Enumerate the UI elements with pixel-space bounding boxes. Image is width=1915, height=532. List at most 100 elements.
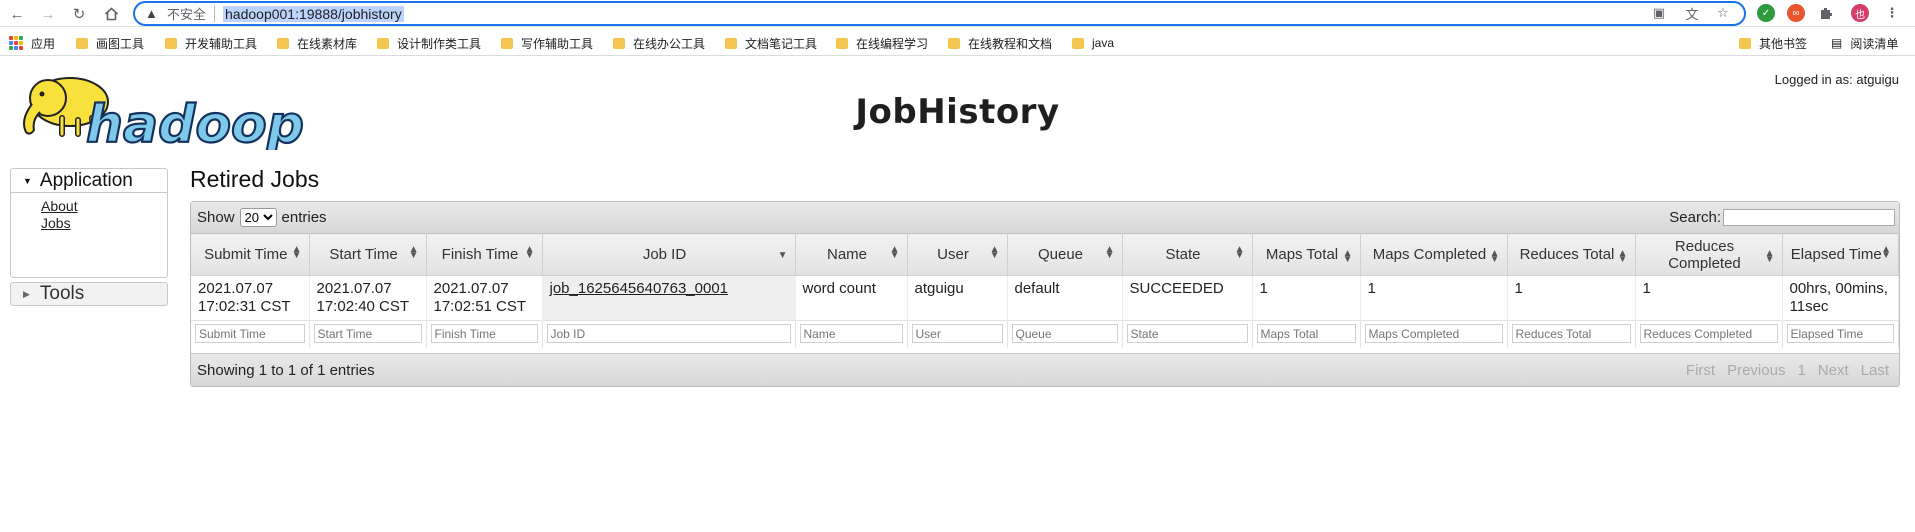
loop-extension-icon[interactable]: ∞ [1787,4,1805,22]
filter-user[interactable] [911,324,1003,343]
bookmark-folder[interactable]: 设计制作类工具 [377,35,481,51]
avatar[interactable]: 也 [1851,4,1869,22]
filter-reduces-completed[interactable] [1639,324,1778,343]
cell-state: SUCCEEDED [1122,275,1253,321]
col-name[interactable]: Name ▲ ▼ [795,233,908,276]
entries-select[interactable]: 20 [239,208,277,227]
translate-icon[interactable]: 文 [1683,4,1701,22]
menu-dots-icon[interactable]: ⋮ [1883,4,1901,22]
back-icon[interactable]: ← [6,3,28,25]
collapse-triangle-icon: ▼ [23,175,32,186]
filter-start-time[interactable] [313,324,422,343]
column-label: Finish Time [441,246,519,263]
column-label: Maps Completed [1372,246,1487,263]
col-reduces-total[interactable]: Reduces Total ▲ ▼ [1507,233,1636,276]
search-input[interactable] [1723,209,1895,226]
address-bar[interactable]: ▲ 不安全 hadoop001:19888/jobhistory [133,1,1746,26]
column-label: Queue [1037,246,1084,263]
col-maps-completed[interactable]: Maps Completed ▲ ▼ [1360,233,1508,276]
bookmark-folder[interactable]: 在线办公工具 [613,35,705,51]
filter-cell [1635,320,1783,348]
bookmark-label: 其他书签 [1759,36,1808,51]
security-label: 不安全 [167,7,207,22]
pager-last[interactable]: Last [1861,362,1889,379]
bookmark-folder[interactable]: java [1072,35,1114,51]
cell-finish-time: 2021.07.07 17:02:51 CST [426,275,543,321]
forward-icon[interactable]: → [37,3,59,25]
filter-submit-time[interactable] [195,324,305,343]
extensions-puzzle-icon[interactable] [1817,4,1835,22]
filter-cell [1782,320,1899,348]
job-id-link[interactable]: job_1625645640763_0001 [550,280,729,297]
application-label: Application [39,169,133,191]
table-footer: Showing 1 to 1 of 1 entries First Previo… [191,353,1899,386]
filter-name[interactable] [799,324,903,343]
sort-icon: ▲ ▼ [1617,248,1628,265]
col-elapsed-time[interactable]: Elapsed Time ▲ ▼ [1782,233,1899,276]
url-text[interactable]: hadoop001:19888/jobhistory [223,5,404,22]
cell-name: word count [795,275,908,321]
folder-icon [165,37,177,49]
col-submit-time[interactable]: Submit Time ▲ ▼ [191,233,310,276]
filter-state[interactable] [1126,324,1248,343]
bookmark-apps[interactable]: 应用 [9,35,55,51]
folder-icon [1739,37,1751,49]
bookmark-folder[interactable]: 文档笔记工具 [725,35,817,51]
filter-reduces-total[interactable] [1511,324,1631,343]
reading-list[interactable]: ▤ 阅读清单 [1831,35,1898,51]
pager-next[interactable]: Next [1818,362,1849,379]
bookmark-other[interactable]: 其他书签 [1739,35,1807,51]
cell-reduces-completed: 1 [1635,275,1783,321]
about-link[interactable]: About [41,198,167,215]
application-nav: ▼ Application About Jobs [10,168,168,278]
divider [214,5,216,22]
col-queue[interactable]: Queue ▲ ▼ [1007,233,1123,276]
filter-cell [542,320,796,348]
entries-label: entries [281,209,327,226]
col-job-id[interactable]: Job ID ▼ [542,233,796,276]
bookmark-folder[interactable]: 在线素材库 [277,35,357,51]
filter-maps-completed[interactable] [1364,324,1503,343]
sort-icon: ▲ ▼ [989,244,1000,261]
filter-cell [1507,320,1636,348]
tools-nav[interactable]: ▶ Tools [10,282,168,306]
bookmark-label: 文档笔记工具 [745,36,818,51]
jobs-table-panel: Show 20 entries Search: Submit Time ▲ ▼ St… [190,201,1900,387]
home-icon[interactable] [100,3,122,25]
application-header[interactable]: ▼ Application [11,169,167,193]
cell-maps-completed: 1 [1360,275,1508,321]
col-maps-total[interactable]: Maps Total ▲ ▼ [1252,233,1361,276]
col-reduces-completed[interactable]: Reduces Completed ▲ ▼ [1635,233,1783,276]
bookmark-folder[interactable]: 在线编程学习 [836,35,928,51]
col-user[interactable]: User ▲ ▼ [907,233,1008,276]
filter-cell [795,320,908,348]
table-controls: Show 20 entries Search: [191,202,1899,233]
pager-previous[interactable]: Previous [1727,362,1785,379]
col-finish-time[interactable]: Finish Time ▲ ▼ [426,233,543,276]
filter-maps-total[interactable] [1256,324,1356,343]
shield-extension-icon[interactable]: ✓ [1757,4,1775,22]
filter-cell [1122,320,1253,348]
filter-finish-time[interactable] [430,324,538,343]
column-label: Start Time [329,246,398,263]
jobs-link[interactable]: Jobs [41,215,167,232]
page-title: JobHistory [855,92,1060,132]
bookmark-folder[interactable]: 写作辅助工具 [501,35,593,51]
reload-icon[interactable]: ↻ [68,3,90,25]
filter-job-id[interactable] [546,324,791,343]
bookmark-folder[interactable]: 在线教程和文档 [948,35,1052,51]
col-start-time[interactable]: Start Time ▲ ▼ [309,233,427,276]
pager-first[interactable]: First [1686,362,1715,379]
filter-queue[interactable] [1011,324,1118,343]
filter-elapsed-time[interactable] [1786,324,1894,343]
screenshot-icon[interactable]: ▣ [1650,4,1668,22]
sort-icon: ▲ ▼ [889,244,900,261]
folder-icon [836,37,848,49]
tools-label: Tools [39,283,85,304]
col-state[interactable]: State ▲ ▼ [1122,233,1253,276]
pager-page[interactable]: 1 [1797,362,1805,379]
bookmark-folder[interactable]: 开发辅助工具 [165,35,257,51]
bookmark-star-icon[interactable]: ☆ [1714,4,1732,22]
sort-icon: ▲ ▼ [291,244,302,261]
bookmark-folder[interactable]: 画图工具 [76,35,144,51]
